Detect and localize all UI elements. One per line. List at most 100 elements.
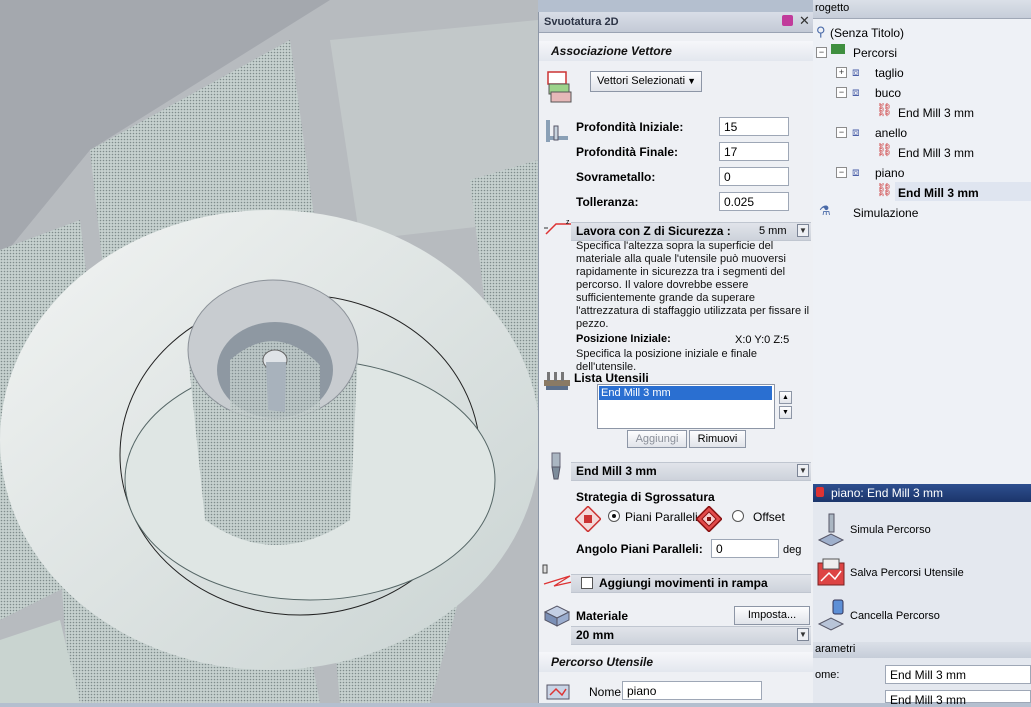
allowance-input[interactable]: 0 [719, 167, 789, 186]
pocket-2d-panel: Svuotatura 2D ✕ Associazione Vettore Vet… [538, 12, 814, 703]
end-mill-tree-icon: ⛓ [876, 142, 893, 157]
end-depth-label: Profondità Finale: [576, 145, 678, 159]
offset-strategy-icon [696, 506, 722, 532]
safe-z-description: Specifica l'altezza sopra la superficie … [576, 240, 810, 330]
remove-tool-button[interactable]: Rimuovi [689, 430, 746, 448]
safe-z-bar[interactable]: Lavora con Z di Sicurezza : 5 mm ▼ [571, 222, 811, 241]
project-tree-title: rogetto [815, 2, 850, 14]
raster-label: Piani Paralleli [625, 510, 698, 524]
ramp-checkbox[interactable] [581, 577, 593, 589]
raster-angle-label: Angolo Piani Paralleli: [576, 542, 703, 556]
tool-list-icon [544, 372, 570, 390]
param-tool-input[interactable]: End Mill 3 mm [885, 690, 1031, 707]
tree-item-buco[interactable]: buco [875, 86, 901, 100]
vector-selection-dropdown[interactable]: Vettori Selezionati ▼ [590, 71, 702, 92]
project-tree-panel: rogetto ⚲ (Senza Titolo) − Percorsi + ⧈ … [813, 0, 1031, 484]
depth-icon [546, 120, 568, 142]
offset-label: Offset [753, 510, 785, 524]
tolerance-input[interactable]: 0.025 [719, 192, 789, 211]
collapse-icon[interactable]: − [836, 167, 847, 178]
tool-select-value: End Mill 3 mm [576, 464, 657, 478]
toolpath-item-icon: ⧈ [852, 65, 860, 79]
panel-title: Svuotatura 2D [544, 16, 619, 28]
save-toolpaths-button[interactable]: Salva Percorsi Utensile [813, 553, 1031, 593]
toolpath-item-icon: ⧈ [852, 165, 860, 179]
project-icon: ⚲ [816, 24, 826, 39]
material-bar[interactable]: 20 mm ▼ [571, 626, 811, 645]
toolpaths-folder-icon [831, 44, 845, 54]
move-up-icon[interactable]: ▲ [779, 391, 792, 404]
toolpath-item-icon: ⧈ [852, 125, 860, 139]
tree-item-anello-tool[interactable]: End Mill 3 mm [898, 146, 974, 160]
param-name-input[interactable]: End Mill 3 mm [885, 665, 1031, 684]
offset-radio[interactable] [732, 510, 744, 522]
raster-radio[interactable] [608, 510, 620, 522]
vector-section-header: Associazione Vettore [539, 41, 813, 61]
end-mill-tree-icon: ⛓ [876, 182, 893, 197]
move-down-icon[interactable]: ▼ [779, 406, 792, 419]
toolpath-section-title: Percorso Utensile [551, 655, 654, 669]
simulate-label: Simula Percorso [850, 524, 931, 536]
collapse-icon[interactable]: − [836, 87, 847, 98]
simulation-icon: ⚗ [819, 203, 831, 218]
safe-z-icon: z [544, 219, 572, 235]
end-depth-input[interactable]: 17 [719, 142, 789, 161]
tool-select-bar[interactable]: End Mill 3 mm ▼ [571, 462, 811, 481]
ramp-label: Aggiungi movimenti in rampa [599, 576, 768, 590]
parameters-title: arametri [815, 643, 856, 655]
tool-list-title: Lista Utensili [574, 371, 649, 385]
save-label: Salva Percorsi Utensile [850, 567, 964, 579]
safe-z-label: Lavora con Z di Sicurezza : [576, 224, 731, 238]
chevron-down-icon[interactable]: ▼ [797, 224, 809, 237]
strategy-title: Strategia di Sgrossatura [576, 490, 715, 504]
delete-toolpath-icon [817, 599, 845, 631]
tool-list-item[interactable]: End Mill 3 mm [599, 386, 772, 400]
selected-toolpath-bar: piano: End Mill 3 mm [813, 484, 1031, 502]
pin-icon[interactable] [782, 15, 793, 26]
vector-selection-value: Vettori Selezionati [597, 75, 686, 87]
material-label: Materiale [576, 609, 629, 623]
project-tree-header: rogetto [813, 0, 1031, 19]
vector-section-title: Associazione Vettore [551, 44, 672, 58]
material-icon [543, 605, 571, 627]
expand-icon[interactable]: + [836, 67, 847, 78]
allowance-label: Sovrametallo: [576, 170, 656, 184]
tree-item-taglio[interactable]: taglio [875, 66, 904, 80]
close-icon[interactable]: ✕ [799, 13, 810, 29]
panel-title-bar: Svuotatura 2D ✕ [539, 12, 813, 33]
tree-item-anello[interactable]: anello [875, 126, 907, 140]
collapse-icon[interactable]: − [816, 47, 827, 58]
chevron-down-icon[interactable]: ▼ [797, 628, 809, 641]
chevron-down-icon[interactable]: ▼ [797, 464, 809, 477]
tree-item-buco-tool[interactable]: End Mill 3 mm [898, 106, 974, 120]
add-tool-button[interactable]: Aggiungi [627, 430, 687, 448]
material-setup-button[interactable]: Imposta... [734, 606, 810, 625]
tree-simulation[interactable]: Simulazione [853, 206, 918, 220]
toolpath-name-label: Nome: [589, 685, 625, 699]
start-depth-input[interactable]: 15 [719, 117, 789, 136]
radio-selected-dot [612, 514, 616, 518]
delete-toolpath-button[interactable]: Cancella Percorso [813, 596, 1031, 636]
tree-toolpaths[interactable]: Percorsi [853, 46, 897, 60]
raster-angle-input[interactable]: 0 [711, 539, 779, 558]
tool-listbox[interactable]: End Mill 3 mm [597, 384, 775, 429]
toolpath-operations-panel: piano: End Mill 3 mm Simula Percorso Sal… [813, 484, 1031, 707]
chevron-down-icon: ▼ [687, 76, 696, 86]
tree-root[interactable]: (Senza Titolo) [830, 26, 904, 40]
save-toolpath-icon [817, 558, 845, 586]
simulate-icon [817, 513, 845, 546]
toolpath-name-input[interactable]: piano [622, 681, 762, 700]
home-position-label: Posizione Iniziale: [576, 333, 671, 345]
end-mill-icon [551, 452, 561, 480]
tolerance-label: Tolleranza: [576, 195, 639, 209]
toolpath-section-header: Percorso Utensile [539, 652, 813, 672]
tree-item-piano[interactable]: piano [875, 166, 904, 180]
start-depth-label: Profondità Iniziale: [576, 120, 684, 134]
3d-model-render [0, 0, 538, 703]
3d-viewport[interactable] [0, 0, 538, 703]
collapse-icon[interactable]: − [836, 127, 847, 138]
tree-item-piano-tool[interactable]: End Mill 3 mm [898, 186, 979, 200]
delete-label: Cancella Percorso [850, 610, 940, 622]
home-position-value: X:0 Y:0 Z:5 [735, 334, 790, 346]
simulate-toolpath-button[interactable]: Simula Percorso [813, 510, 1031, 550]
